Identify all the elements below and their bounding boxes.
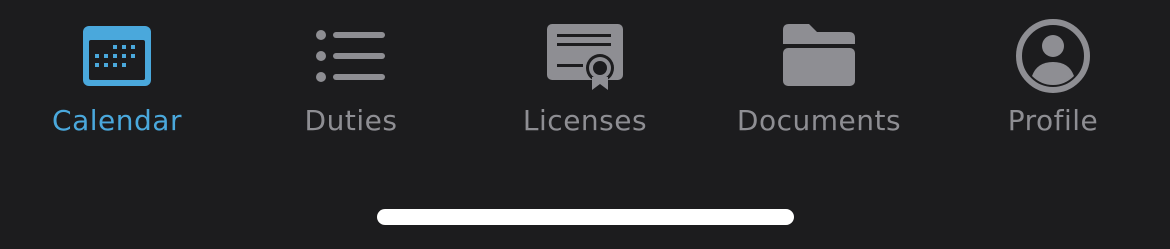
folder-icon xyxy=(779,18,859,94)
certificate-icon xyxy=(545,18,625,94)
tab-bar: Calendar Duties Licenses Documents Profi… xyxy=(0,0,1170,249)
tab-profile-label: Profile xyxy=(1007,104,1099,137)
tab-documents[interactable]: Documents xyxy=(702,0,936,160)
tab-licenses-label: Licenses xyxy=(522,104,648,137)
tab-duties-label: Duties xyxy=(304,104,398,137)
list-icon xyxy=(311,18,391,94)
calendar-icon xyxy=(77,18,157,94)
person-circle-icon xyxy=(1013,18,1093,94)
tab-profile[interactable]: Profile xyxy=(936,0,1170,160)
tab-licenses[interactable]: Licenses xyxy=(468,0,702,160)
home-indicator[interactable] xyxy=(377,209,794,225)
tab-documents-label: Documents xyxy=(736,104,902,137)
tab-calendar[interactable]: Calendar xyxy=(0,0,234,160)
tab-calendar-label: Calendar xyxy=(52,104,182,137)
tab-duties[interactable]: Duties xyxy=(234,0,468,160)
